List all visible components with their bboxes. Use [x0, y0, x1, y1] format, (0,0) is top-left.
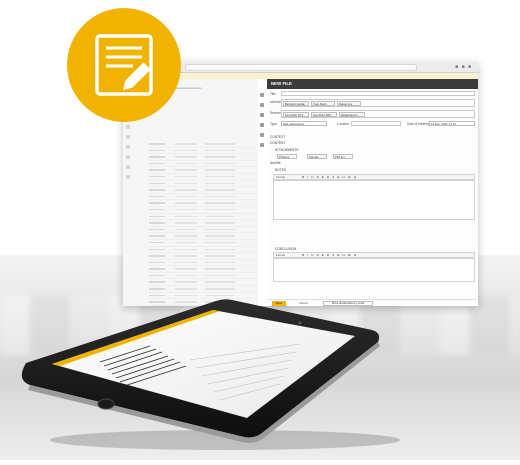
document-edit-icon — [95, 34, 153, 96]
document-badge — [67, 8, 181, 122]
home-button — [97, 398, 115, 410]
camera-dot — [298, 321, 302, 325]
